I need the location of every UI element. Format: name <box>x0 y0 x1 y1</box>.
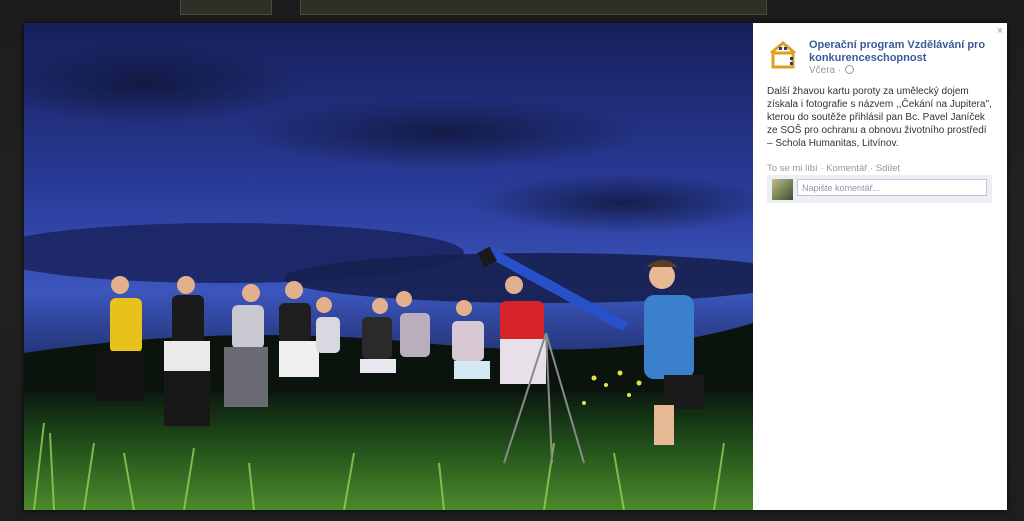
photo-image <box>24 23 753 510</box>
post-meta: Včera · <box>809 65 855 77</box>
background-page-fragment <box>180 0 272 15</box>
house-logo-icon <box>767 39 799 71</box>
action-separator: · <box>817 163 827 174</box>
user-avatar <box>772 179 793 200</box>
photo-viewer: × Operační program Vzdělávání pro konkur… <box>24 23 1007 510</box>
background-page-fragment <box>300 0 767 15</box>
page-name-link[interactable]: Operační program Vzdělávání pro konkuren… <box>809 39 989 65</box>
comment-input[interactable]: Napište komentář... <box>797 179 987 196</box>
post-caption: Další žhavou kartu poroty za umělecký do… <box>767 86 992 149</box>
globe-icon <box>845 65 855 74</box>
meta-separator: · <box>837 65 842 76</box>
page-logo[interactable] <box>767 39 799 71</box>
comment-link[interactable]: Komentář <box>826 163 867 174</box>
post-actions: To se mi líbí · Komentář · Sdílet <box>767 163 900 174</box>
photo-details-panel: × Operační program Vzdělávání pro konkur… <box>753 23 1007 510</box>
share-link[interactable]: Sdílet <box>876 163 900 174</box>
post-time[interactable]: Včera <box>809 65 835 76</box>
comment-box: Napište komentář... <box>767 175 992 203</box>
photo[interactable] <box>24 23 753 510</box>
action-separator: · <box>867 163 876 174</box>
close-button[interactable]: × <box>997 25 1003 37</box>
like-link[interactable]: To se mi líbí <box>767 163 818 174</box>
